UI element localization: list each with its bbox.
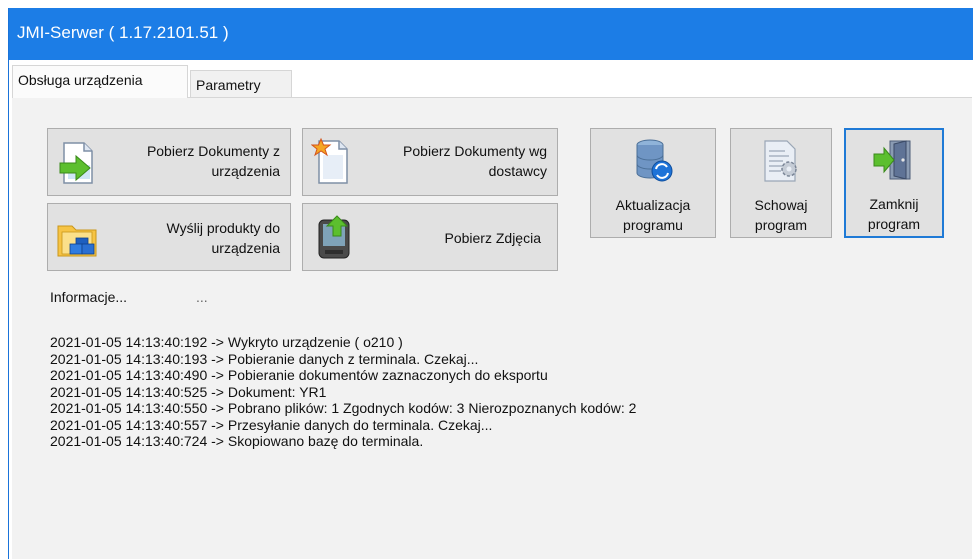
tab-device-service[interactable]: Obsługa urządzenia [12, 65, 188, 98]
app-window: JMI-Serwer ( 1.17.2101.51 ) Obsługa urzą… [8, 8, 973, 559]
tab-strip: Obsługa urządzenia Parametry [9, 61, 972, 101]
database-sync-icon [636, 139, 673, 182]
send-products-label-2: urządzenia [211, 240, 281, 256]
fetch-documents-supplier-label-1: Pobierz Dokumenty wg [403, 143, 547, 159]
fetch-documents-supplier-button[interactable]: Pobierz Dokumenty wg dostawcy [302, 128, 558, 196]
log-line: 2021-01-05 14:13:40:724 -> Skopiowano ba… [50, 433, 424, 449]
info-row: Informacje... ... [50, 289, 208, 305]
device-upload-icon [318, 215, 350, 259]
close-program-label-1: Zamknij [869, 196, 919, 212]
fetch-documents-button[interactable]: Pobierz Dokumenty z urządzenia [47, 128, 291, 196]
close-program-label-2: program [867, 216, 921, 232]
send-products-button[interactable]: Wyślij produkty do urządzenia [47, 203, 291, 271]
tab-panel: Pobierz Dokumenty z urządzenia Pobierz D… [12, 97, 972, 559]
close-program-button[interactable]: Zamknij program [844, 128, 944, 238]
log-output: 2021-01-05 14:13:40:192 -> Wykryto urząd… [50, 334, 636, 450]
log-line: 2021-01-05 14:13:40:550 -> Pobrano plikó… [50, 400, 637, 416]
update-program-label-2: programu [623, 217, 683, 233]
exit-door-icon [873, 140, 911, 180]
info-label: Informacje... [50, 289, 128, 305]
fetch-documents-supplier-label-2: dostawcy [488, 163, 547, 179]
fetch-photos-label: Pobierz Zdjęcia [444, 230, 542, 246]
folder-boxes-icon [57, 225, 97, 257]
document-star-icon [311, 137, 348, 184]
hide-program-label-2: program [754, 217, 808, 233]
log-line: 2021-01-05 14:13:40:193 -> Pobieranie da… [50, 350, 479, 367]
log-line: 2021-01-05 14:13:40:557 -> Przesyłanie d… [50, 416, 493, 433]
fetch-photos-button[interactable]: Pobierz Zdjęcia [302, 203, 558, 271]
update-program-label-1: Aktualizacja [615, 197, 691, 213]
tab-parameters[interactable]: Parametry [190, 70, 292, 98]
fetch-documents-label-2: urządzenia [211, 163, 281, 179]
log-line: 2021-01-05 14:13:40:192 -> Wykryto urząd… [50, 334, 403, 350]
log-line: 2021-01-05 14:13:40:525 -> Dokument: YR1 [50, 383, 327, 400]
hide-program-label-1: Schowaj [754, 197, 808, 213]
update-program-button[interactable]: Aktualizacja programu [590, 128, 716, 238]
log-line: 2021-01-05 14:13:40:490 -> Pobieranie do… [50, 367, 548, 383]
send-products-label-1: Wyślij produkty do [166, 220, 280, 236]
info-value: ... [196, 289, 208, 305]
document-gear-icon [764, 140, 797, 182]
document-import-icon [59, 142, 93, 184]
hide-program-button[interactable]: Schowaj program [730, 128, 832, 238]
title-bar[interactable]: JMI-Serwer ( 1.17.2101.51 ) [9, 8, 973, 60]
fetch-documents-label-1: Pobierz Dokumenty z [146, 143, 280, 159]
window-title: JMI-Serwer ( 1.17.2101.51 ) [17, 23, 229, 42]
